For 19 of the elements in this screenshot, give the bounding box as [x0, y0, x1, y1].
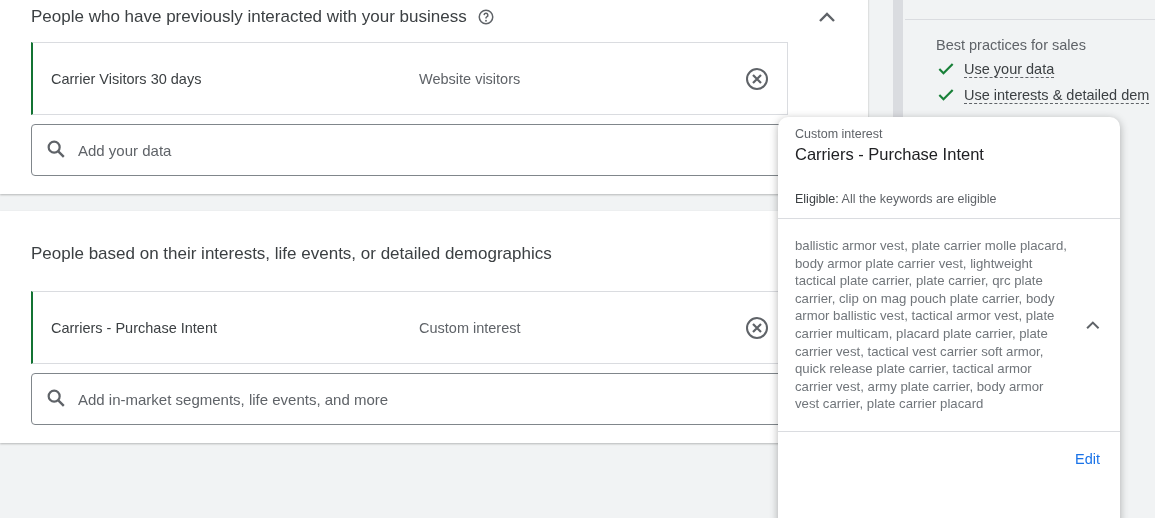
section-title: People based on their interests, life events, or detailed demographics	[31, 244, 552, 264]
segment-name: Carrier Visitors 30 days	[51, 70, 203, 87]
edit-link[interactable]: Edit	[1075, 450, 1100, 467]
search-icon	[45, 387, 67, 409]
best-practices-heading: Best practices for sales	[936, 37, 1087, 53]
practice-link[interactable]: Use your data	[964, 60, 1055, 78]
popup-kind: Custom interest	[795, 127, 884, 141]
section-title: People who have previously interacted with your business	[31, 7, 467, 27]
keyword-list: ballistic armor vest, plate carrier molle placard, body armor plate carrier vest, lightweight tactical plate carrier, plate carrier, qrc plate carrier, clip on mag pouch plate carrier, body armor ballistic vest, tactical armor vest, plate carrier multicam, placard plate carrier, plate carrier vest, tactical vest carrier soft armor, quick release plate carrier, tactical armor carrier vest, army plate carrier, body armor vest carrier, plate carrier placard	[795, 237, 1071, 413]
remove-icon[interactable]	[745, 315, 769, 340]
remove-icon[interactable]	[745, 66, 769, 91]
popup-title: Carriers - Purchase Intent	[795, 145, 985, 164]
segment-name: Carriers - Purchase Intent	[51, 319, 218, 336]
segment-type: Custom interest	[419, 319, 522, 336]
practice-link[interactable]: Use interests & detailed dem	[964, 86, 1150, 104]
help-icon[interactable]	[476, 8, 495, 26]
search-icon	[45, 138, 67, 160]
eligibility-status: Eligible: All the keywords are eligible	[795, 192, 998, 206]
segment-type: Website visitors	[419, 70, 522, 87]
